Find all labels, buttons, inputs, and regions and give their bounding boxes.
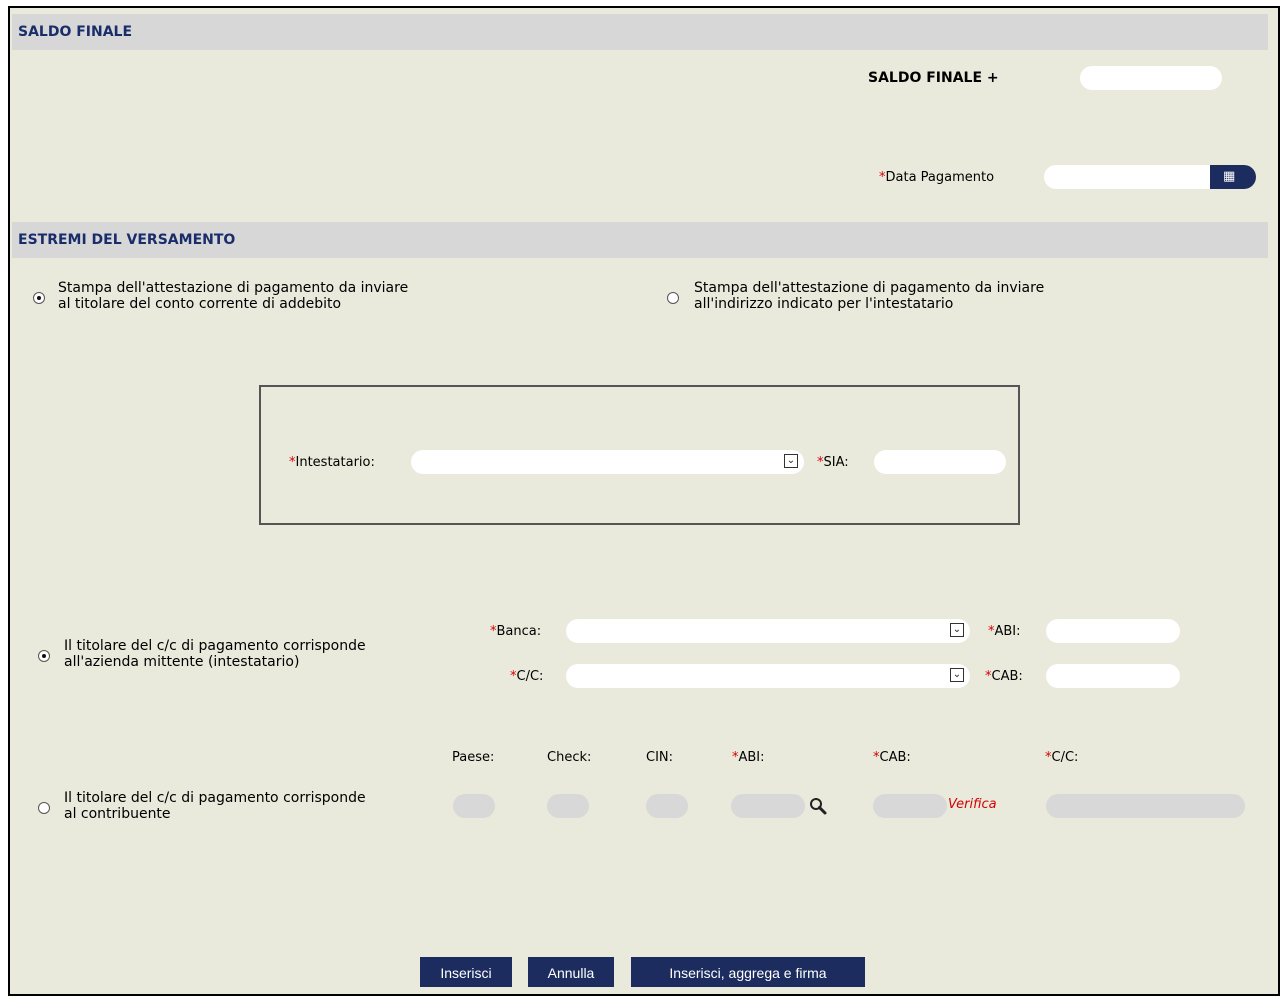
verifica-link[interactable]: Verifica <box>948 797 997 812</box>
label-line: all'indirizzo indicato per l'intestatari… <box>694 296 954 312</box>
check-label: Check: <box>547 750 592 765</box>
calendar-icon: ▦ <box>1223 169 1236 184</box>
data-pagamento-text: Data Pagamento <box>885 170 995 185</box>
radio-titolare-azienda[interactable] <box>38 650 50 662</box>
banca-label: *Banca: <box>490 624 541 639</box>
cab-label: *CAB: <box>985 669 1023 684</box>
label-line: Stampa dell'attestazione di pagamento da… <box>58 280 409 296</box>
section-title: ESTREMI DEL VERSAMENTO <box>18 232 236 248</box>
calendar-button[interactable]: ▦ <box>1210 165 1256 189</box>
banca-select[interactable]: ⌄ <box>566 619 970 643</box>
cc-iban-label: *C/C: <box>1045 750 1078 765</box>
intestatario-select[interactable]: ⌄ <box>411 450 804 474</box>
abi-text: ABI: <box>994 624 1021 639</box>
intestatario-label: *Intestatario: <box>289 455 375 470</box>
cab-input[interactable] <box>1046 664 1180 688</box>
label-line: all'azienda mittente (intestatario) <box>64 654 300 670</box>
label-line: al contribuente <box>64 806 171 822</box>
cin-input[interactable] <box>646 794 688 818</box>
paese-input[interactable] <box>453 794 495 818</box>
data-pagamento-input[interactable]: ▦ <box>1044 165 1256 189</box>
cc-select[interactable]: ⌄ <box>566 664 970 688</box>
radio-titolare-azienda-label: Il titolare del c/c di pagamento corrisp… <box>64 638 366 670</box>
abi-label: *ABI: <box>988 624 1021 639</box>
inserisci-aggrega-firma-button[interactable]: Inserisci, aggrega e firma <box>631 957 865 987</box>
cc-iban-text: C/C: <box>1051 750 1079 765</box>
intestatario-text: Intestatario: <box>295 455 375 470</box>
chevron-down-icon[interactable]: ⌄ <box>950 668 964 682</box>
abi-iban-input[interactable] <box>731 794 805 818</box>
cin-label: CIN: <box>646 750 674 765</box>
search-icon[interactable] <box>808 795 830 817</box>
cab-iban-input[interactable] <box>873 794 947 818</box>
label-line: al titolare del conto corrente di addebi… <box>58 296 342 312</box>
cc-iban-input[interactable] <box>1046 794 1245 818</box>
inserisci-button[interactable]: Inserisci <box>420 957 512 987</box>
saldo-finale-input[interactable] <box>1080 66 1222 90</box>
data-pagamento-label: *Data Pagamento <box>879 170 994 185</box>
label-line: Il titolare del c/c di pagamento corrisp… <box>64 638 366 654</box>
check-input[interactable] <box>547 794 589 818</box>
cab-text: CAB: <box>991 669 1023 684</box>
annulla-button[interactable]: Annulla <box>528 957 614 987</box>
cab-iban-label: *CAB: <box>873 750 911 765</box>
radio-stampa-titolare[interactable] <box>33 292 45 304</box>
radio-titolare-contribuente[interactable] <box>38 802 50 814</box>
abi-iban-text: ABI: <box>738 750 765 765</box>
section-header-estremi-versamento: ESTREMI DEL VERSAMENTO <box>12 222 1268 258</box>
cc-label: *C/C: <box>510 669 543 684</box>
section-title: SALDO FINALE <box>18 24 133 40</box>
radio-stampa-intestatario[interactable] <box>667 292 679 304</box>
radio-titolare-contribuente-label: Il titolare del c/c di pagamento corrisp… <box>64 790 366 822</box>
section-header-saldo-finale: SALDO FINALE <box>12 14 1268 50</box>
radio-stampa-intestatario-label: Stampa dell'attestazione di pagamento da… <box>694 280 1044 312</box>
chevron-down-icon[interactable]: ⌄ <box>784 454 798 468</box>
sia-text: SIA: <box>823 455 849 470</box>
chevron-down-icon[interactable]: ⌄ <box>950 623 964 637</box>
sia-label: *SIA: <box>817 455 849 470</box>
abi-iban-label: *ABI: <box>732 750 765 765</box>
cab-iban-text: CAB: <box>879 750 911 765</box>
cc-text: C/C: <box>516 669 544 684</box>
banca-text: Banca: <box>496 624 542 639</box>
radio-stampa-titolare-label: Stampa dell'attestazione di pagamento da… <box>58 280 408 312</box>
abi-input[interactable] <box>1046 619 1180 643</box>
label-line: Il titolare del c/c di pagamento corrisp… <box>64 790 366 806</box>
sia-input[interactable] <box>874 450 1006 474</box>
label-line: Stampa dell'attestazione di pagamento da… <box>694 280 1045 296</box>
saldo-finale-label: SALDO FINALE + <box>868 70 999 86</box>
paese-label: Paese: <box>452 750 495 765</box>
